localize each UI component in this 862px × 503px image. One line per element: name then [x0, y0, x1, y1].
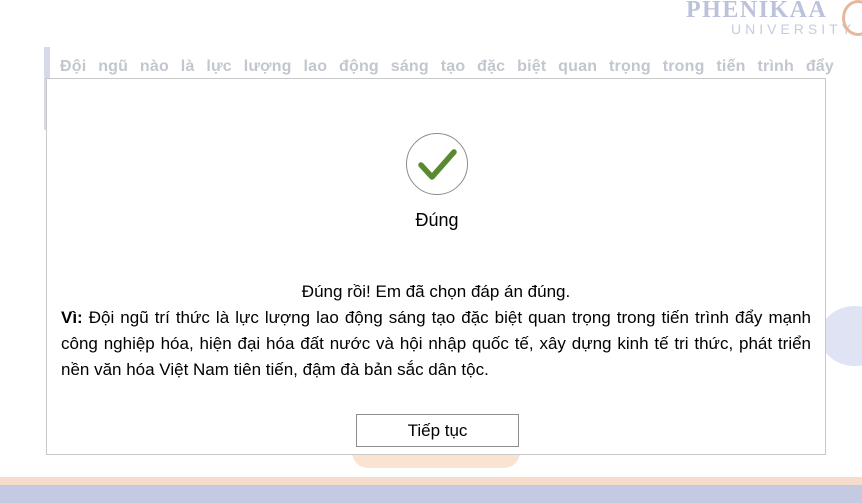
- question-text: Đội ngũ nào là lực lượng lao động sáng t…: [60, 58, 834, 75]
- continue-button[interactable]: Tiếp tục: [356, 414, 519, 447]
- logo-subtitle: UNIVERSITY: [731, 21, 856, 37]
- status-title: Đúng: [415, 210, 459, 230]
- feedback-modal: Đúng Đúng rồi! Em đã chọn đáp án đúng. V…: [46, 78, 826, 455]
- footer-bar: [0, 485, 862, 503]
- feedback-text: Đúng rồi! Em đã chọn đáp án đúng. Vì: Độ…: [61, 279, 811, 383]
- feedback-explanation: Vì: Đội ngũ trí thức là lực lượng lao độ…: [61, 305, 811, 383]
- feedback-heading: Đúng rồi! Em đã chọn đáp án đúng.: [301, 282, 571, 301]
- reason-label: Vì:: [61, 308, 83, 327]
- reason-text: Đội ngũ trí thức là lực lượng lao động s…: [61, 308, 811, 379]
- check-icon: [418, 149, 457, 180]
- correct-status-badge: [406, 133, 468, 195]
- phenikaa-logo: PHENIKAA UNIVERSITY: [672, 0, 862, 42]
- footer-accent-strip: [0, 477, 862, 485]
- background-nav-button: [820, 306, 862, 366]
